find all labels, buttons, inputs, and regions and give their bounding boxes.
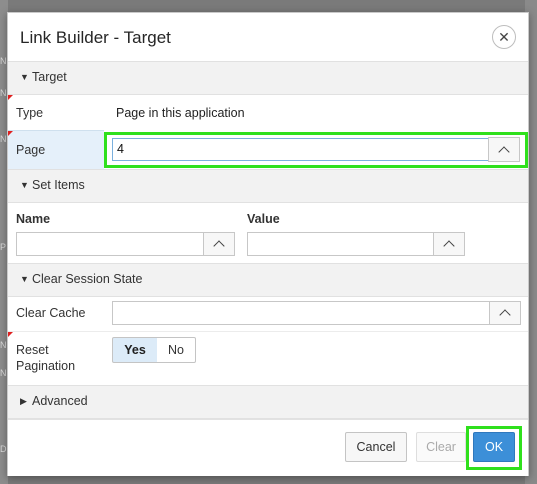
pagination-no-label: No [168, 343, 184, 357]
name-column-header: Name [16, 212, 51, 226]
background-fragment: N [0, 56, 7, 66]
background-fragment: P [0, 242, 7, 252]
chevron-up-icon [498, 145, 510, 158]
clear-button-label: Clear [426, 440, 456, 454]
page-input[interactable]: 4 [112, 138, 490, 161]
reset-pagination-label-line1: Reset [16, 343, 49, 357]
close-button[interactable]: ✕ [492, 25, 516, 49]
chevron-up-icon [443, 240, 455, 252]
link-builder-dialog: Link Builder - Target ✕ ▼ Target Type Pa… [7, 12, 529, 476]
page-popup-button[interactable] [488, 137, 520, 162]
expanded-triangle-icon: ▼ [20, 274, 29, 284]
dialog-title: Link Builder - Target [20, 28, 171, 47]
item-name-popup-button[interactable] [203, 232, 235, 256]
advanced-section-label: Advanced [32, 394, 88, 408]
target-section-label: Target [32, 70, 67, 84]
expanded-triangle-icon: ▼ [20, 180, 29, 190]
clear-session-section-label: Clear Session State [32, 272, 143, 286]
pagination-no-option[interactable]: No [157, 337, 196, 363]
background-fragment: N [0, 340, 7, 350]
clear-button[interactable]: Clear [416, 432, 466, 462]
chevron-up-icon [213, 240, 225, 252]
required-marker [8, 332, 13, 337]
set-items-section-header[interactable]: ▼ Set Items [8, 169, 528, 203]
clear-session-section-header[interactable]: ▼ Clear Session State [8, 263, 528, 297]
value-column-header: Value [247, 212, 280, 226]
pagination-yes-option[interactable]: Yes [112, 337, 158, 363]
target-section-header[interactable]: ▼ Target [8, 61, 528, 95]
type-value: Page in this application [116, 106, 245, 120]
close-icon: ✕ [498, 28, 510, 45]
type-label: Type [16, 106, 44, 120]
page-label: Page [16, 143, 46, 157]
cancel-button[interactable]: Cancel [345, 432, 407, 462]
clear-cache-input[interactable] [112, 301, 490, 325]
row-divider [8, 331, 528, 332]
expanded-triangle-icon: ▼ [20, 72, 29, 82]
background-fragment: N [0, 134, 7, 144]
dialog-titlebar: Link Builder - Target ✕ [8, 13, 528, 62]
item-name-input[interactable] [16, 232, 204, 256]
set-items-section-label: Set Items [32, 178, 85, 192]
background-fragment: N [0, 88, 7, 98]
clear-cache-label: Clear Cache [16, 306, 86, 320]
collapsed-triangle-icon: ▶ [20, 396, 27, 406]
pagination-yes-label: Yes [124, 343, 146, 357]
chevron-up-icon [499, 309, 511, 321]
item-value-popup-button[interactable] [433, 232, 465, 256]
cancel-button-label: Cancel [356, 440, 396, 454]
ok-button[interactable]: OK [473, 432, 515, 462]
required-marker [8, 131, 13, 136]
clear-cache-popup-button[interactable] [489, 301, 521, 325]
item-value-input[interactable] [247, 232, 434, 256]
ok-button-label: OK [484, 440, 504, 454]
advanced-section-header[interactable]: ▶ Advanced [8, 385, 528, 419]
required-marker [8, 95, 13, 100]
background-fragment: N [0, 368, 7, 378]
page-input-value: 4 [117, 142, 124, 156]
background-fragment: D [0, 444, 7, 454]
dialog-footer: Cancel Clear OK [8, 419, 528, 476]
reset-pagination-label-line2: Pagination [16, 359, 76, 373]
